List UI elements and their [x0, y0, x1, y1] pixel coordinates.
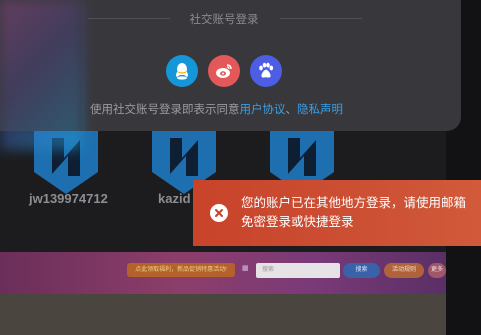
- banner-rules-button[interactable]: 活动规则: [384, 263, 424, 278]
- error-toast[interactable]: 您的账户已在其他地方登录，请使用邮箱免密登录或快捷登录: [193, 180, 481, 246]
- grid-icon: ▦: [242, 265, 249, 272]
- agreement-text: 使用社交账号登录即表示同意用户协议、隐私声明: [90, 101, 390, 117]
- social-login-title: 社交账号登录: [189, 14, 259, 26]
- agreement-prefix: 使用社交账号登录即表示同意: [90, 104, 240, 116]
- banner-notice[interactable]: 点此领取福利，新品促销特惠活动!: [127, 263, 235, 277]
- toast-message: 您的账户已在其他地方登录，请使用邮箱免密登录或快捷登录: [241, 196, 467, 229]
- login-panel: 社交账号登录 使用社交账号登录即表示同意用户协议、隐私声明: [0, 0, 461, 150]
- baidu-login-button[interactable]: [250, 55, 282, 87]
- agreement-separator: 、: [285, 104, 298, 116]
- gradient-overlay: [0, 0, 82, 131]
- banner-search-input[interactable]: 搜索: [256, 263, 340, 278]
- weibo-login-button[interactable]: [208, 55, 240, 87]
- weibo-icon: [216, 64, 232, 78]
- x-icon: [215, 209, 223, 217]
- background-content-area: [0, 294, 446, 335]
- user-name[interactable]: jw139974712: [29, 191, 108, 206]
- banner-search-button[interactable]: 搜索: [343, 263, 380, 278]
- user-name[interactable]: kazid: [158, 191, 191, 206]
- qq-icon: [176, 63, 188, 80]
- baidu-icon: [259, 62, 274, 78]
- privacy-statement-link[interactable]: 隐私声明: [297, 104, 343, 116]
- qq-login-button[interactable]: [166, 55, 198, 87]
- banner-more-button[interactable]: 更多: [428, 263, 446, 278]
- divider-right: [280, 18, 362, 19]
- close-circle-icon: [210, 204, 228, 222]
- user-agreement-link[interactable]: 用户协议: [240, 104, 286, 116]
